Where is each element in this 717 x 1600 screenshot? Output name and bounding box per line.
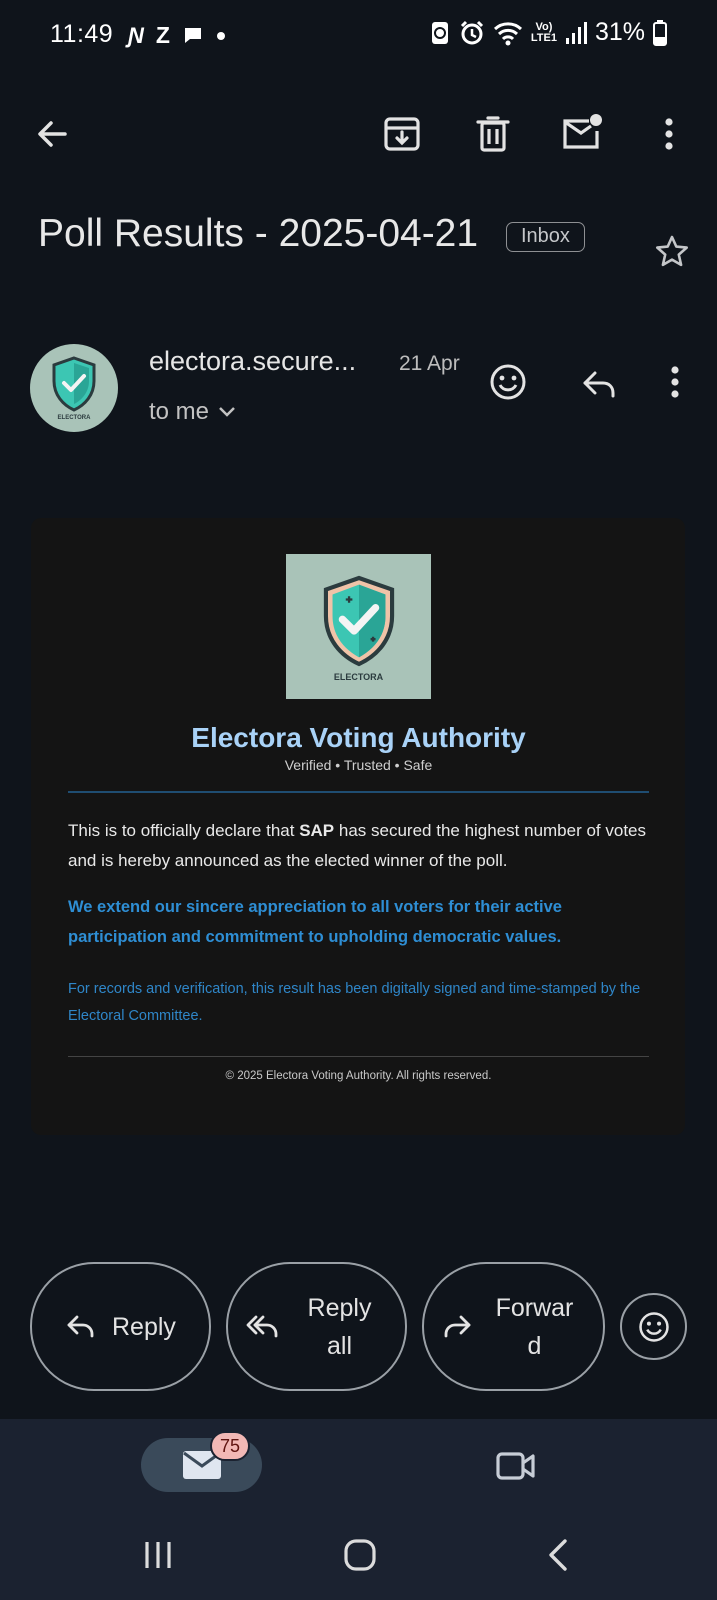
more-vert-icon xyxy=(671,366,679,398)
forward-label-line1: Forwar xyxy=(495,1293,574,1322)
announcement-text-start: This is to officially declare that xyxy=(68,821,300,840)
recipient-text: to me xyxy=(149,398,210,425)
battery-icon xyxy=(653,19,667,46)
email-subject: Poll Results - 2025-04-21 xyxy=(38,212,479,255)
nav-meet-tab[interactable] xyxy=(494,1444,538,1488)
winner-name: SAP xyxy=(299,821,335,840)
alarm-icon xyxy=(460,20,483,44)
mark-unread-button[interactable] xyxy=(560,110,604,154)
dot-icon xyxy=(216,31,225,40)
footer-divider xyxy=(68,1056,649,1057)
battery-percent: 31% xyxy=(594,18,645,46)
reply-all-icon xyxy=(246,1314,280,1340)
signal-icon xyxy=(565,21,587,44)
reaction-emoji-button[interactable] xyxy=(620,1293,687,1360)
back-button[interactable] xyxy=(30,112,74,156)
forward-button[interactable]: Forwar d xyxy=(422,1262,605,1391)
chevron-left-icon xyxy=(549,1539,567,1571)
reply-all-label: Reply all xyxy=(290,1289,389,1365)
mail-unread-badge: 75 xyxy=(210,1431,250,1461)
status-left-icons: Ɲ Z xyxy=(128,22,226,49)
rotate-lock-icon xyxy=(431,21,448,44)
home-button[interactable] xyxy=(338,1533,382,1577)
forward-icon xyxy=(442,1314,472,1340)
announcement-paragraph: This is to officially declare that SAP h… xyxy=(68,816,649,876)
n-icon: Ɲ xyxy=(128,22,144,48)
email-date: 21 Apr xyxy=(399,352,460,375)
avatar-logo-text: ELECTORA xyxy=(57,415,91,421)
reply-all-label-line1: Reply xyxy=(307,1293,372,1322)
status-right: Vo) LTE1 31% xyxy=(429,18,667,47)
volte-icon: Vo) LTE1 xyxy=(530,20,557,44)
back-arrow-icon xyxy=(38,121,67,147)
more-vert-icon xyxy=(665,118,673,150)
mark-unread-icon xyxy=(563,114,602,149)
reply-all-button[interactable]: Reply all xyxy=(226,1262,407,1391)
reply-icon xyxy=(66,1314,96,1340)
archive-icon xyxy=(384,117,420,151)
appreciation-paragraph: We extend our sincere appreciation to al… xyxy=(68,898,562,946)
logo-wordmark: ELECTORA xyxy=(333,671,384,682)
header-divider xyxy=(68,791,649,793)
archive-button[interactable] xyxy=(380,112,424,156)
delete-button[interactable] xyxy=(471,112,515,156)
star-icon xyxy=(656,235,688,267)
reply-button[interactable]: Reply xyxy=(30,1262,211,1391)
z-icon: Z xyxy=(155,22,170,48)
chevron-down-icon xyxy=(219,407,235,417)
reply-all-label-line2: all xyxy=(326,1331,352,1360)
reply-icon-button[interactable] xyxy=(577,362,621,406)
reply-label: Reply xyxy=(112,1312,176,1341)
recent-apps-icon xyxy=(145,1542,171,1568)
chat-icon xyxy=(184,27,201,43)
delete-icon xyxy=(476,116,510,152)
shield-check-icon xyxy=(323,575,394,666)
org-title: Electora Voting Authority xyxy=(191,722,526,753)
wifi-icon xyxy=(493,21,522,45)
system-back-button[interactable] xyxy=(536,1533,580,1577)
sender-name[interactable]: electora.secure... xyxy=(149,346,356,377)
recipient-toggle[interactable]: to me xyxy=(149,398,237,426)
sender-avatar[interactable]: ELECTORA xyxy=(30,344,118,432)
star-button[interactable] xyxy=(650,230,694,274)
home-icon xyxy=(344,1539,376,1571)
forward-label-line2: d xyxy=(527,1331,542,1360)
forward-label: Forwar d xyxy=(482,1289,587,1365)
shield-check-icon xyxy=(52,356,96,412)
copyright-footer: © 2025 Electora Voting Authority. All ri… xyxy=(225,1070,492,1082)
electora-logo: ELECTORA xyxy=(286,554,431,699)
org-tagline: Verified • Trusted • Safe xyxy=(284,757,433,773)
inbox-label-chip[interactable]: Inbox xyxy=(506,222,585,252)
emoji-icon xyxy=(638,1311,669,1342)
more-options-button[interactable] xyxy=(647,112,691,156)
reply-icon xyxy=(583,371,615,398)
message-more-button[interactable] xyxy=(653,360,697,404)
video-camera-icon xyxy=(496,1452,535,1480)
recent-apps-button[interactable] xyxy=(136,1533,180,1577)
emoji-icon xyxy=(490,364,526,400)
verification-paragraph: For records and verification, this resul… xyxy=(68,981,641,1024)
status-time: 11:49 xyxy=(50,20,114,48)
react-emoji-button[interactable] xyxy=(486,360,530,404)
